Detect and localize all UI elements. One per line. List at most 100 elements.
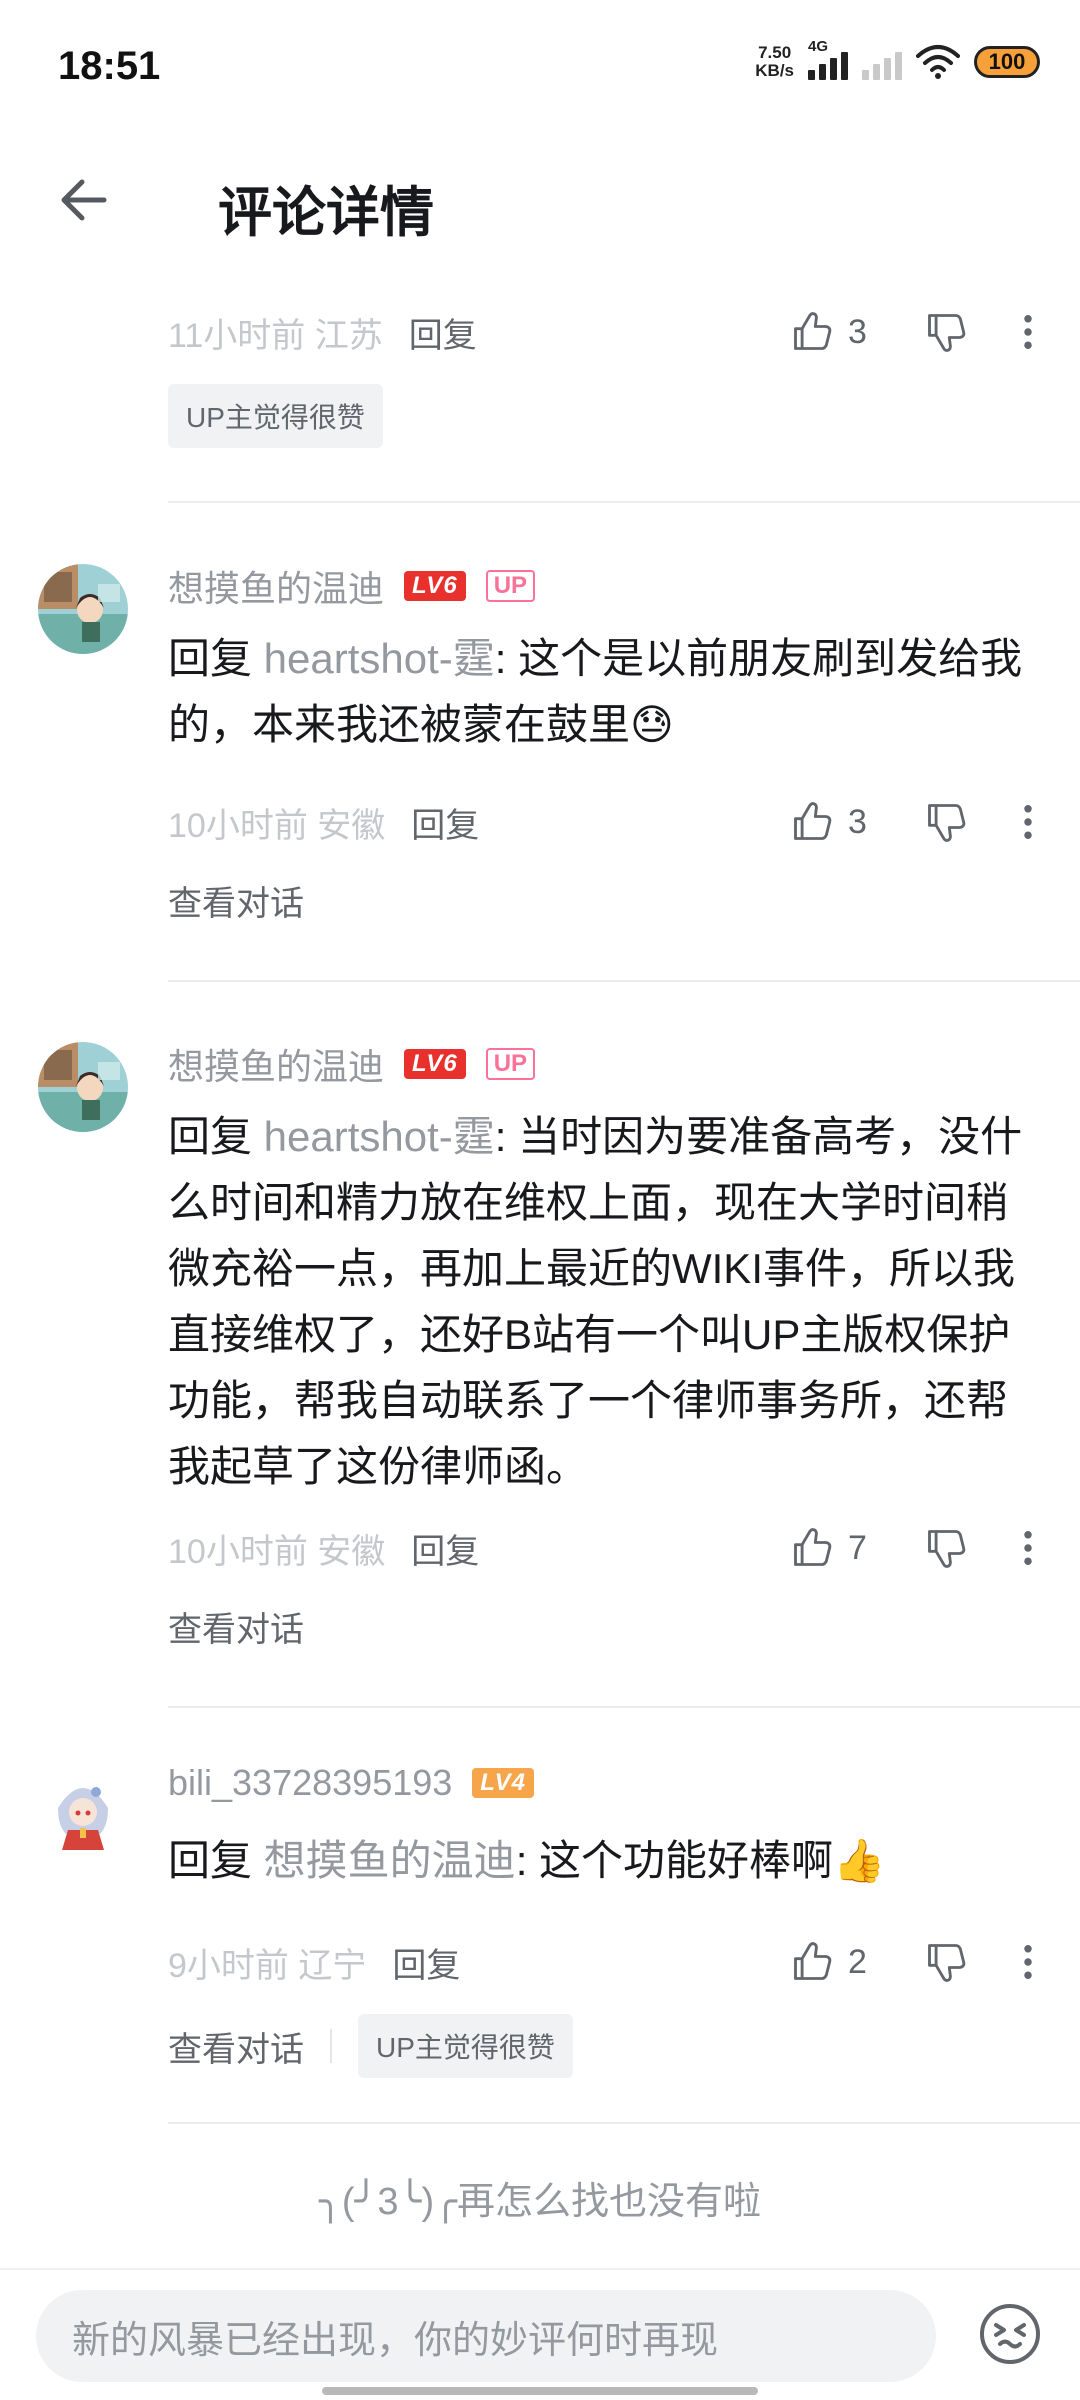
dislike-button[interactable] [914, 1526, 978, 1570]
user-avatar-image [38, 1042, 128, 1132]
comment-text: 回复 heartshot-霆: 这个是以前朋友刷到发给我的，本来我还被蒙在鼓里😓 [168, 635, 1023, 748]
up-liked-tag: UP主觉得很赞 [168, 384, 383, 448]
status-bar: 18:51 7.50 KB/s 4G 100 [0, 0, 1080, 130]
reply-button[interactable]: 回复 [411, 1524, 479, 1573]
avatar[interactable] [38, 564, 128, 654]
dislike-button[interactable] [914, 310, 978, 354]
more-vertical-icon [1022, 310, 1034, 354]
mention-link[interactable]: heartshot-霆 [264, 1113, 495, 1160]
username-row: 想摸鱼的温迪 LV6 UP [168, 1038, 536, 1090]
emoji-face-icon [980, 2304, 1040, 2364]
battery-icon: 100 [974, 46, 1040, 78]
thumbs-up-icon [790, 1940, 834, 1984]
comment-text: 回复 想摸鱼的温迪: 这个功能好棒啊👍 [168, 1837, 886, 1884]
status-icons: 7.50 KB/s 4G 100 [755, 38, 1040, 82]
like-count: 7 [848, 1528, 867, 1567]
reply-button[interactable]: 回复 [392, 1938, 460, 1987]
like-count: 2 [848, 1942, 867, 1981]
comment-time: 10小时前 安徽 [168, 806, 386, 845]
thumbs-up-icon [790, 310, 834, 354]
thumbs-down-icon [924, 310, 968, 354]
comment-text: 回复 heartshot-霆: 当时因为要准备高考，没什么时间和精力放在维权上面… [168, 1113, 1023, 1490]
more-vertical-icon [1022, 1940, 1034, 1984]
divider [168, 2122, 1080, 2124]
arrow-left-icon [61, 179, 107, 221]
comment-time: 11小时前 江苏 [168, 316, 383, 355]
like-count: 3 [848, 802, 867, 841]
like-button[interactable]: 3 [790, 800, 908, 844]
more-button[interactable] [1008, 800, 1048, 844]
page-title: 评论详情 [218, 183, 434, 243]
thumbs-down-icon [924, 1526, 968, 1570]
network-speed: 7.50 KB/s [755, 44, 794, 80]
comment-footer: 查看对话 UP主觉得很赞 [168, 2014, 573, 2078]
divider [168, 1706, 1080, 1708]
user-avatar-image [38, 1768, 128, 1858]
username[interactable]: 想摸鱼的温迪 [168, 560, 384, 612]
emoji: 😓 [630, 701, 674, 748]
like-count: 3 [848, 312, 867, 351]
up-badge: UP [485, 570, 536, 602]
divider [168, 980, 1080, 982]
like-button[interactable]: 3 [790, 310, 908, 354]
username[interactable]: bili_33728395193 [168, 1762, 452, 1804]
level-badge: LV4 [472, 1768, 534, 1798]
username-row: bili_33728395193 LV4 [168, 1762, 534, 1804]
emoji-button[interactable] [974, 2298, 1046, 2370]
comment-input[interactable]: 新的风暴已经出现，你的妙评何时再现 [36, 2290, 936, 2382]
comment-actions: 3 [790, 792, 1048, 852]
comment-meta: 10小时前 安徽 回复 7 [168, 1518, 1048, 1578]
network-speed-value: 7.50 [758, 43, 792, 62]
view-conversation-link[interactable]: 查看对话 [168, 1602, 304, 1651]
view-conversation-link[interactable]: 查看对话 [168, 2022, 304, 2071]
comment-footer: 查看对话 [168, 870, 304, 930]
mention-link[interactable]: 想摸鱼的温迪 [264, 1837, 516, 1884]
more-button[interactable] [1008, 1526, 1048, 1570]
dislike-button[interactable] [914, 800, 978, 844]
up-badge: UP [485, 1048, 536, 1080]
home-indicator [322, 2387, 758, 2395]
level-badge: LV6 [404, 1049, 466, 1079]
comment-meta: 11小时前 江苏 回复 3 [168, 302, 1048, 362]
wifi-icon [916, 45, 960, 79]
username-row: 想摸鱼的温迪 LV6 UP [168, 560, 536, 612]
thumbs-up-icon [790, 1526, 834, 1570]
end-of-list-note: ╮(╯3╰)╭再怎么找也没有啦 [319, 2181, 761, 2223]
more-button[interactable] [1008, 310, 1048, 354]
back-button[interactable] [52, 168, 116, 232]
reply-button[interactable]: 回复 [411, 798, 479, 847]
thumbs-up-icon [790, 800, 834, 844]
status-time: 18:51 [58, 44, 161, 88]
avatar[interactable] [38, 1768, 128, 1858]
cellular-signal-2-icon [862, 44, 902, 80]
level-badge: LV6 [404, 571, 466, 601]
view-conversation-link[interactable]: 查看对话 [168, 876, 304, 925]
comment-footer: 查看对话 [168, 1596, 304, 1656]
comment-time: 10小时前 安徽 [168, 1532, 386, 1571]
comment-actions: 2 [790, 1932, 1048, 1992]
network-speed-unit: KB/s [755, 61, 794, 80]
comment-time: 9小时前 辽宁 [168, 1946, 367, 1985]
comment-meta: 9小时前 辽宁 回复 2 [168, 1932, 1048, 1992]
network-type: 4G [808, 38, 829, 55]
comment-composer: 新的风暴已经出现，你的妙评何时再现 [0, 2268, 1080, 2400]
up-liked-tag: UP主觉得很赞 [358, 2014, 573, 2078]
separator [330, 2029, 332, 2063]
comment-tags: UP主觉得很赞 [168, 384, 383, 448]
reply-button[interactable]: 回复 [409, 308, 477, 357]
user-avatar-image [38, 564, 128, 654]
dislike-button[interactable] [914, 1940, 978, 1984]
more-button[interactable] [1008, 1940, 1048, 1984]
comment-meta: 10小时前 安徽 回复 3 [168, 792, 1048, 852]
username[interactable]: 想摸鱼的温迪 [168, 1038, 384, 1090]
like-button[interactable]: 2 [790, 1940, 908, 1984]
divider [168, 501, 1080, 503]
like-button[interactable]: 7 [790, 1526, 908, 1570]
emoji: 👍 [833, 1837, 886, 1884]
more-vertical-icon [1022, 1526, 1034, 1570]
comment-actions: 7 [790, 1518, 1048, 1578]
thumbs-down-icon [924, 1940, 968, 1984]
avatar[interactable] [38, 1042, 128, 1132]
mention-link[interactable]: heartshot-霆 [264, 635, 495, 682]
thumbs-down-icon [924, 800, 968, 844]
